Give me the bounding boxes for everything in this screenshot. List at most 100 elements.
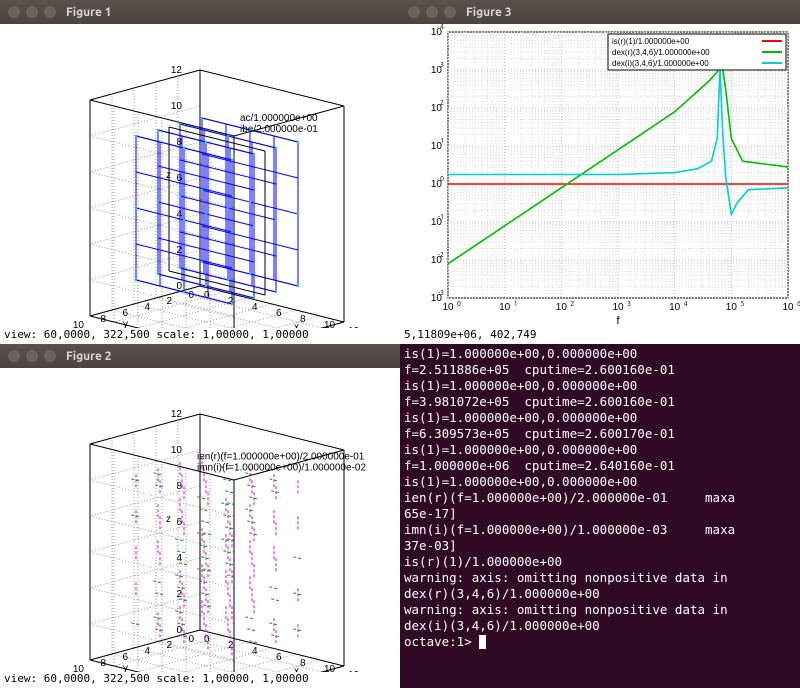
figure-3-window[interactable]: Figure 3 10010110210310410510610-310-210…: [400, 0, 800, 344]
terminal-line: is(1)=1.000000e+00,0.000000e+00: [404, 378, 796, 394]
figure-1-title: Figure 1: [66, 6, 112, 19]
figure-1-window[interactable]: Figure 1 0246810120246810024681012zyxac/…: [0, 0, 400, 344]
terminal-line: warning: axis: omitting nonpositive data…: [404, 602, 796, 618]
svg-text:10: 10: [499, 302, 511, 313]
terminal-line: f=1.000000e+06 cputime=2.640160e-01: [404, 458, 796, 474]
svg-text:0: 0: [457, 300, 461, 308]
svg-text:4: 4: [144, 302, 150, 313]
svg-text:0: 0: [188, 290, 194, 301]
svg-text:12: 12: [171, 409, 183, 420]
svg-text:3: 3: [440, 61, 444, 69]
terminal-line: imn(i)(f=1.000000e+00)/1.000000e-03 maxa: [404, 522, 796, 538]
terminal-line: dex(r)(3,4,6)/1.000000e+00: [404, 586, 796, 602]
close-icon[interactable]: [8, 6, 20, 18]
terminal-line: is(1)=1.000000e+00,0.000000e+00: [404, 410, 796, 426]
maximize-icon[interactable]: [44, 350, 56, 362]
svg-text:z: z: [166, 514, 171, 525]
svg-text:-1: -1: [438, 213, 444, 221]
svg-text:4: 4: [252, 302, 258, 313]
svg-text:2: 2: [570, 300, 574, 308]
svg-text:8: 8: [300, 658, 306, 669]
terminal-prompt[interactable]: octave:1>: [404, 634, 796, 650]
svg-text:10: 10: [171, 445, 183, 456]
terminal[interactable]: is(1)=1.000000e+00,0.000000e+00f=2.51188…: [400, 344, 800, 688]
terminal-line: is(1)=1.000000e+00,0.000000e+00: [404, 442, 796, 458]
svg-text:4: 4: [684, 300, 688, 308]
figure-1-titlebar[interactable]: Figure 1: [0, 0, 400, 24]
svg-text:dex(r)(3,4,6)/1.000000e+00: dex(r)(3,4,6)/1.000000e+00: [612, 48, 710, 57]
svg-text:2: 2: [228, 296, 234, 307]
figure-2-status: view: 60,0000, 322,500 scale: 1,00000, 1…: [0, 672, 400, 688]
figure-2-title: Figure 2: [66, 350, 112, 363]
terminal-line: f=6.309573e+05 cputime=2.600170e-01: [404, 426, 796, 442]
svg-text:2: 2: [440, 99, 444, 107]
svg-text:10: 10: [612, 302, 624, 313]
figure-3-titlebar[interactable]: Figure 3: [400, 0, 800, 24]
minimize-icon[interactable]: [26, 350, 38, 362]
svg-text:0: 0: [188, 634, 194, 645]
svg-text:4: 4: [144, 646, 150, 657]
maximize-icon[interactable]: [444, 6, 456, 18]
minimize-icon[interactable]: [26, 6, 38, 18]
close-icon[interactable]: [408, 6, 420, 18]
terminal-line: 37e-03]: [404, 538, 796, 554]
svg-text:3: 3: [627, 300, 631, 308]
terminal-line: is(1)=1.000000e+00,0.000000e+00: [404, 474, 796, 490]
terminal-line: 65e-17]: [404, 506, 796, 522]
figure-2-titlebar[interactable]: Figure 2: [0, 344, 400, 368]
svg-text:10: 10: [669, 302, 681, 313]
svg-text:10: 10: [556, 302, 568, 313]
figure-1-status: view: 60,0000, 322,500 scale: 1,00000, 1…: [0, 328, 400, 344]
svg-text:6: 6: [122, 308, 128, 319]
svg-text:1: 1: [440, 137, 444, 145]
svg-text:4: 4: [440, 24, 444, 31]
svg-text:10: 10: [171, 101, 183, 112]
terminal-line: is(1)=1.000000e+00,0.000000e+00: [404, 346, 796, 362]
minimize-icon[interactable]: [426, 6, 438, 18]
svg-text:6: 6: [276, 652, 282, 663]
svg-text:f: f: [616, 315, 620, 327]
figure-1-canvas[interactable]: 0246810120246810024681012zyxac/1.000000e…: [0, 24, 400, 344]
figure-3-status: 5,11809e+06, 402,749: [400, 328, 800, 344]
svg-text:ac/1.000000e+00: ac/1.000000e+00: [240, 113, 318, 124]
svg-text:imn(i)(f=1.000000e+00)/1.00000: imn(i)(f=1.000000e+00)/1.000000e-02: [197, 463, 366, 474]
svg-text:10: 10: [782, 302, 794, 313]
cursor-icon: [479, 635, 486, 649]
svg-text:10: 10: [726, 302, 738, 313]
terminal-line: ien(r)(f=1.000000e+00)/2.000000e-01 maxa: [404, 490, 796, 506]
svg-text:8: 8: [100, 314, 106, 325]
svg-text:8: 8: [300, 314, 306, 325]
svg-text:0: 0: [204, 634, 210, 645]
svg-text:12: 12: [171, 65, 183, 76]
terminal-line: f=3.981072e+05 cputime=2.600160e-01: [404, 394, 796, 410]
figure-2-canvas[interactable]: 0246810120246810024681012zyxien(r)(f=1.0…: [0, 368, 400, 688]
svg-text:is(r)(1)/1.000000e+00: is(r)(1)/1.000000e+00: [612, 37, 690, 46]
svg-text:1: 1: [514, 300, 518, 308]
svg-text:8: 8: [100, 658, 106, 669]
svg-text:ien(r)(f=1.000000e+00)/2.00000: ien(r)(f=1.000000e+00)/2.000000e-01: [197, 452, 365, 463]
maximize-icon[interactable]: [44, 6, 56, 18]
svg-text:dex(i)(3,4,6)/1.000000e+00: dex(i)(3,4,6)/1.000000e+00: [612, 59, 709, 68]
figure-3-title: Figure 3: [466, 6, 512, 19]
terminal-line: warning: axis: omitting nonpositive data…: [404, 570, 796, 586]
svg-text:-3: -3: [438, 289, 444, 297]
close-icon[interactable]: [8, 350, 20, 362]
svg-text:5: 5: [740, 300, 744, 308]
figure-2-window[interactable]: Figure 2 0246810120246810024681012zyxien…: [0, 344, 400, 688]
svg-text:ibe/2.000000e-01: ibe/2.000000e-01: [240, 124, 318, 135]
svg-text:0: 0: [204, 290, 210, 301]
svg-text:2: 2: [166, 296, 172, 307]
figure-3-canvas[interactable]: 10010110210310410510610-310-210-11001011…: [400, 24, 800, 344]
svg-text:10: 10: [442, 302, 454, 313]
svg-text:6: 6: [122, 652, 128, 663]
terminal-line: is(r)(1)/1.000000e+00: [404, 554, 796, 570]
svg-text:6: 6: [276, 308, 282, 319]
svg-text:2: 2: [166, 640, 172, 651]
svg-text:0: 0: [440, 175, 444, 183]
viewport: Figure 1 0246810120246810024681012zyxac/…: [0, 0, 800, 688]
svg-text:2: 2: [228, 640, 234, 651]
terminal-line: dex(i)(3,4,6)/1.000000e+00: [404, 618, 796, 634]
svg-text:4: 4: [252, 646, 258, 657]
terminal-line: f=2.511886e+05 cputime=2.600160e-01: [404, 362, 796, 378]
svg-text:-2: -2: [438, 251, 444, 259]
